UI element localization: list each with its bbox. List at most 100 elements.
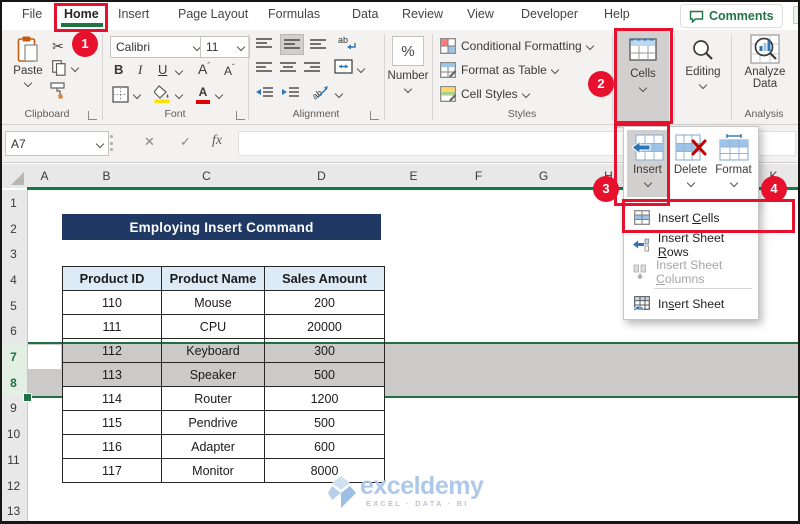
- row-header-11[interactable]: 11: [0, 447, 28, 474]
- comments-button[interactable]: Comments: [680, 4, 783, 28]
- tab-help[interactable]: Help: [604, 0, 630, 28]
- column-header-g[interactable]: G: [511, 164, 577, 188]
- tab-view[interactable]: View: [467, 0, 494, 28]
- cell[interactable]: 500: [264, 410, 385, 435]
- header-product-name[interactable]: Product Name: [161, 266, 265, 291]
- cell[interactable]: 300: [264, 338, 385, 363]
- cell[interactable]: 1200: [264, 386, 385, 411]
- row-header-1[interactable]: 1: [0, 190, 28, 217]
- share-icon[interactable]: [793, 6, 800, 24]
- row-header-12[interactable]: 12: [0, 473, 28, 499]
- insert-function-button[interactable]: fx: [212, 133, 222, 149]
- tab-review[interactable]: Review: [402, 0, 443, 28]
- borders-button[interactable]: [112, 86, 129, 108]
- cell[interactable]: Adapter: [161, 434, 265, 459]
- alignment-dialog-launcher[interactable]: [370, 111, 379, 120]
- align-right-button[interactable]: [304, 61, 320, 79]
- cell[interactable]: 114: [62, 386, 162, 411]
- cell[interactable]: 112: [62, 338, 162, 363]
- menu-item-insert-sheet-rows[interactable]: Insert Sheet Rows: [624, 231, 758, 259]
- font-size-select[interactable]: 11: [200, 36, 250, 58]
- conditional-formatting-button[interactable]: Conditional Formatting: [440, 38, 594, 54]
- select-all-button[interactable]: [0, 164, 28, 188]
- cell-styles-button[interactable]: Cell Styles: [440, 86, 530, 102]
- underline-chevron-icon[interactable]: [174, 66, 184, 76]
- clipboard-dialog-launcher[interactable]: [88, 111, 97, 120]
- row-header-5[interactable]: 5: [0, 293, 28, 319]
- font-color-button[interactable]: A: [196, 85, 210, 104]
- decrease-font-button[interactable]: Aˇ: [224, 63, 235, 78]
- cell[interactable]: Monitor: [161, 458, 265, 483]
- menu-item-insert-sheet[interactable]: Insert Sheet: [624, 290, 758, 317]
- cancel-icon[interactable]: ✕: [144, 134, 155, 150]
- cell[interactable]: 117: [62, 458, 162, 483]
- tab-file[interactable]: File: [22, 0, 42, 28]
- paste-button[interactable]: Paste: [10, 36, 46, 88]
- format-flyout-button[interactable]: Format: [713, 130, 754, 197]
- formula-bar-grip[interactable]: [110, 135, 113, 151]
- cell[interactable]: 8000: [264, 458, 385, 483]
- cell[interactable]: Speaker: [161, 362, 265, 387]
- increase-indent-button[interactable]: [282, 86, 299, 104]
- tab-formulas[interactable]: Formulas: [268, 0, 320, 28]
- tab-insert[interactable]: Insert: [118, 0, 149, 28]
- underline-button[interactable]: U: [158, 62, 167, 77]
- menu-item-insert-cells[interactable]: Insert Cells: [624, 204, 758, 231]
- merge-center-button[interactable]: [334, 59, 353, 79]
- italic-button[interactable]: I: [138, 62, 142, 78]
- analyze-data-button[interactable]: Analyze Data: [736, 34, 794, 90]
- cell[interactable]: 111: [62, 314, 162, 339]
- fill-color-button[interactable]: [153, 85, 171, 108]
- fill-color-chevron-icon[interactable]: [174, 90, 184, 100]
- bold-button[interactable]: B: [114, 62, 123, 77]
- align-center-button[interactable]: [280, 61, 296, 79]
- format-as-table-button[interactable]: Format as Table: [440, 62, 560, 78]
- orientation-chevron-icon[interactable]: [334, 89, 344, 99]
- increase-font-button[interactable]: Aˆ: [198, 61, 210, 77]
- row-header-10[interactable]: 10: [0, 421, 28, 448]
- row-header-7[interactable]: 7: [0, 344, 28, 371]
- row-header-2[interactable]: 2: [0, 216, 28, 242]
- column-header-e[interactable]: E: [381, 164, 447, 188]
- insert-flyout-button[interactable]: Insert: [627, 130, 668, 197]
- number-format-button[interactable]: % Number: [388, 36, 428, 94]
- row-header-3[interactable]: 3: [0, 241, 28, 268]
- column-header-a[interactable]: A: [27, 164, 63, 188]
- column-header-b[interactable]: B: [62, 164, 152, 188]
- cell[interactable]: 500: [264, 362, 385, 387]
- title-banner-cell[interactable]: Employing Insert Command: [62, 214, 381, 240]
- tab-page-layout[interactable]: Page Layout: [178, 0, 248, 28]
- cell[interactable]: Router: [161, 386, 265, 411]
- cell[interactable]: 200: [264, 290, 385, 315]
- font-name-select[interactable]: Calibri: [110, 36, 206, 58]
- header-sales-amount[interactable]: Sales Amount: [264, 266, 385, 291]
- copy-button[interactable]: [52, 60, 66, 81]
- row-header-4[interactable]: 4: [0, 267, 28, 294]
- copy-chevron-icon[interactable]: [70, 63, 80, 73]
- align-top-button[interactable]: [256, 37, 272, 55]
- editing-button[interactable]: Editing: [678, 38, 728, 90]
- align-bottom-button[interactable]: [310, 37, 326, 55]
- row-header-6[interactable]: 6: [0, 318, 28, 345]
- font-dialog-launcher[interactable]: [236, 111, 245, 120]
- merge-center-chevron-icon[interactable]: [356, 64, 366, 74]
- column-header-d[interactable]: D: [262, 164, 382, 188]
- fill-handle[interactable]: [23, 393, 32, 402]
- delete-flyout-button[interactable]: Delete: [670, 130, 711, 197]
- cell[interactable]: 113: [62, 362, 162, 387]
- cell[interactable]: Pendrive: [161, 410, 265, 435]
- cells-button[interactable]: Cells: [617, 30, 669, 128]
- align-middle-button[interactable]: [280, 34, 304, 55]
- text-orientation-button[interactable]: ab: [310, 84, 330, 106]
- borders-chevron-icon[interactable]: [132, 90, 142, 100]
- enter-icon[interactable]: ✓: [180, 134, 191, 150]
- cell[interactable]: 110: [62, 290, 162, 315]
- name-box[interactable]: A7: [5, 131, 109, 156]
- column-header-f[interactable]: F: [446, 164, 512, 188]
- wrap-text-button[interactable]: ab: [338, 34, 358, 55]
- row-header-13[interactable]: 13: [0, 498, 28, 524]
- column-header-c[interactable]: C: [151, 164, 263, 188]
- column-header-partial[interactable]: [790, 164, 800, 188]
- font-color-chevron-icon[interactable]: [214, 90, 224, 100]
- align-left-button[interactable]: [256, 61, 272, 79]
